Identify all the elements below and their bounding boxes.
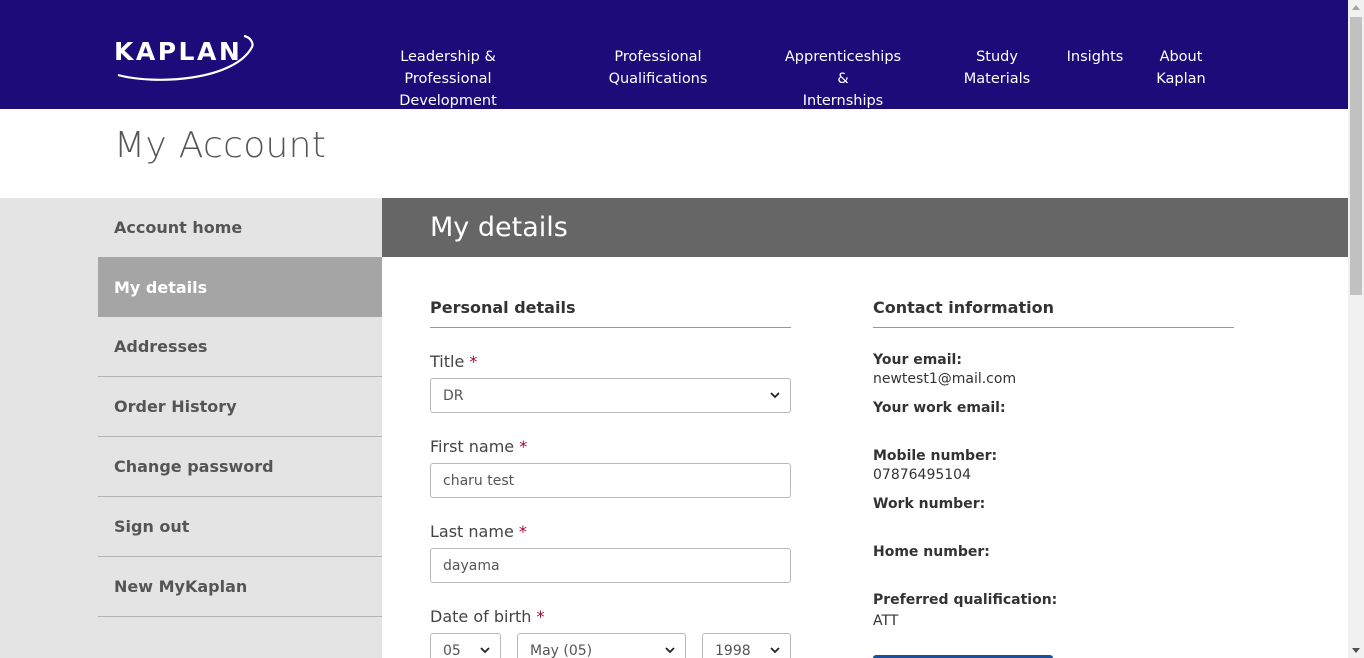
nav-label: Professional xyxy=(614,49,702,65)
scroll-up-arrow-icon[interactable] xyxy=(1352,5,1360,10)
nav-apprenticeships[interactable]: Apprenticeships & Internships xyxy=(778,46,908,112)
scroll-down-arrow-icon[interactable] xyxy=(1352,648,1360,653)
first-name-field[interactable]: charu test xyxy=(430,463,791,498)
chevron-down-icon xyxy=(665,647,675,654)
mobile-value: 07876495104 xyxy=(873,467,971,483)
title-select-value: DR xyxy=(443,387,464,404)
title-label: Title * xyxy=(430,352,477,371)
kaplan-logo[interactable]: KAPLAN xyxy=(114,33,256,83)
nav-about-kaplan[interactable]: About Kaplan xyxy=(1152,46,1210,90)
title-label-text: Title xyxy=(430,352,465,371)
nav-insights[interactable]: Insights xyxy=(1064,46,1126,68)
nav-label: Kaplan xyxy=(1156,71,1206,87)
last-name-label-text: Last name xyxy=(430,522,514,541)
dob-year-select[interactable]: 1998 xyxy=(702,633,791,658)
nav-leadership[interactable]: Leadership & Professional Development xyxy=(360,46,536,112)
page-scrollbar[interactable] xyxy=(1348,0,1364,658)
dob-label-text: Date of birth xyxy=(430,607,532,626)
section-heading: My details xyxy=(430,212,568,243)
email-value: newtest1@mail.com xyxy=(873,371,1017,387)
preferred-qualification-value: ATT xyxy=(873,613,899,629)
nav-professional-qualifications[interactable]: Professional Qualifications xyxy=(604,46,712,90)
first-name-value: charu test xyxy=(443,472,515,489)
work-email-label: Your work email: xyxy=(873,400,1006,416)
chevron-down-icon xyxy=(480,647,490,654)
nav-label: Apprenticeships & xyxy=(784,49,902,87)
nav-label: Qualifications xyxy=(608,71,708,87)
sidebar-item-new-mykaplan[interactable]: New MyKaplan xyxy=(98,557,382,617)
first-name-label: First name * xyxy=(430,437,527,456)
dob-month-select[interactable]: May (05) xyxy=(517,633,686,658)
sidebar-item-account-home[interactable]: Account home xyxy=(98,198,382,257)
page-title: My Account xyxy=(114,125,327,166)
account-sidebar: Account home My details Addresses Order … xyxy=(98,198,382,617)
last-name-label: Last name * xyxy=(430,522,527,541)
dob-day-value: 05 xyxy=(443,642,461,658)
home-number-label: Home number: xyxy=(873,544,990,560)
dob-month-value: May (05) xyxy=(530,642,593,658)
logo-text: KAPLAN xyxy=(114,37,243,66)
divider xyxy=(430,327,791,328)
preferred-qualification-label: Preferred qualification: xyxy=(873,592,1058,608)
last-name-field[interactable]: dayama xyxy=(430,548,791,583)
required-mark: * xyxy=(518,522,527,541)
sidebar-item-addresses[interactable]: Addresses xyxy=(98,317,382,377)
scroll-thumb[interactable] xyxy=(1350,17,1362,295)
personal-details-title: Personal details xyxy=(430,298,576,317)
sidebar-item-sign-out[interactable]: Sign out xyxy=(98,497,382,557)
nav-label: About xyxy=(1159,49,1203,65)
last-name-value: dayama xyxy=(443,557,500,574)
required-mark: * xyxy=(469,352,478,371)
sidebar-item-change-password[interactable]: Change password xyxy=(98,437,382,497)
mobile-label: Mobile number: xyxy=(873,448,998,464)
chevron-down-icon xyxy=(770,647,780,654)
nav-label: Materials xyxy=(963,71,1031,87)
sidebar-item-order-history[interactable]: Order History xyxy=(98,377,382,437)
contact-information-title: Contact information xyxy=(873,298,1054,317)
section-header: My details xyxy=(382,198,1348,257)
nav-label: Development xyxy=(399,93,497,109)
work-number-label: Work number: xyxy=(873,496,986,512)
title-select[interactable]: DR xyxy=(430,378,791,413)
nav-label: Study xyxy=(976,49,1018,65)
site-header: KAPLAN Leadership & Professional Develop… xyxy=(0,0,1348,109)
nav-label: Leadership & Professional xyxy=(400,49,496,87)
required-mark: * xyxy=(536,607,545,626)
nav-study-materials[interactable]: Study Materials xyxy=(960,46,1034,90)
dob-day-select[interactable]: 05 xyxy=(430,633,501,658)
dob-year-value: 1998 xyxy=(715,642,751,658)
email-label: Your email: xyxy=(873,352,962,368)
nav-label: Internships xyxy=(802,93,884,109)
sidebar-item-my-details[interactable]: My details xyxy=(98,257,382,317)
chevron-down-icon xyxy=(770,392,780,399)
nav-label: Insights xyxy=(1066,49,1124,65)
divider xyxy=(873,327,1234,328)
required-mark: * xyxy=(519,437,528,456)
first-name-label-text: First name xyxy=(430,437,515,456)
dob-label: Date of birth * xyxy=(430,607,545,626)
